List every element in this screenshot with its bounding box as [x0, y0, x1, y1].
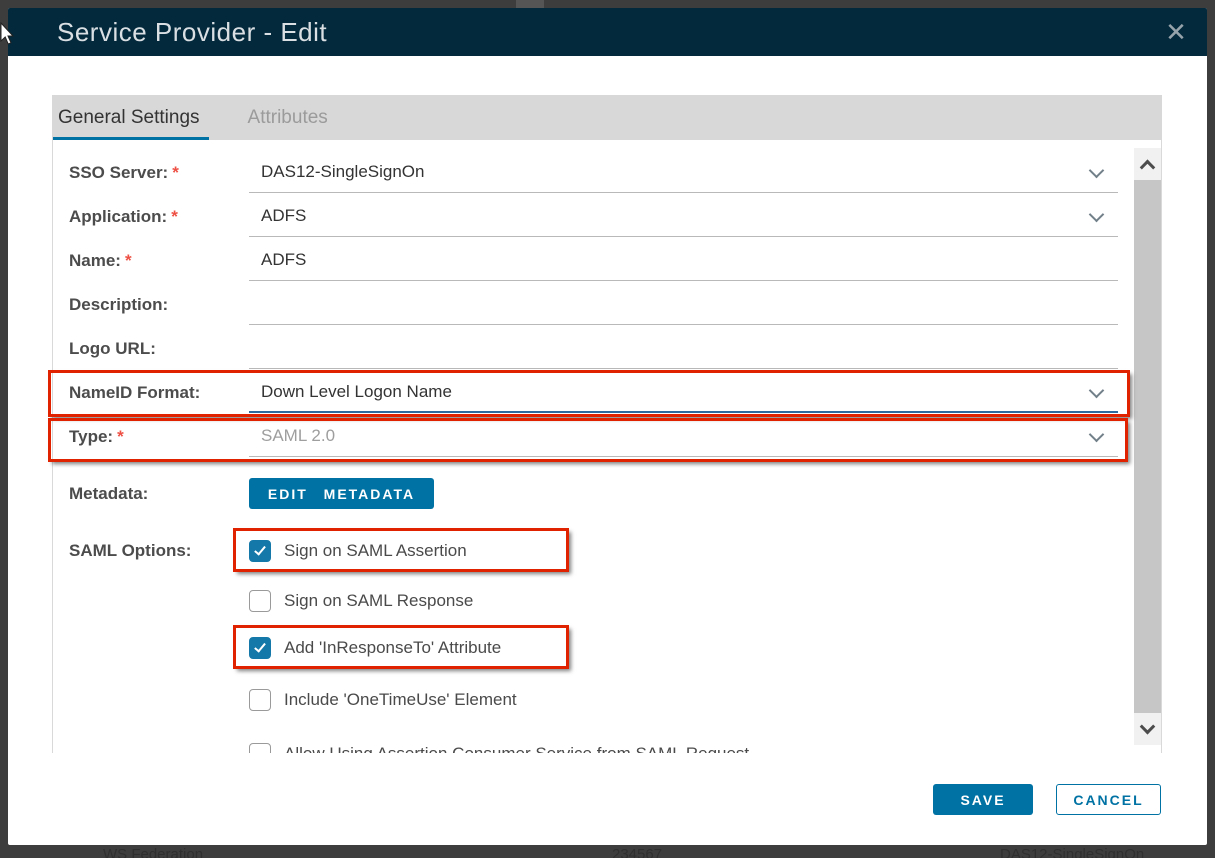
sso-server-label: SSO Server:* — [69, 152, 247, 193]
name-value: ADFS — [261, 240, 306, 279]
background-text-right: DAS12-SingleSignOn — [1000, 846, 1144, 858]
chevron-up-icon — [1140, 159, 1156, 175]
required-asterisk: * — [171, 207, 178, 226]
application-value: ADFS — [261, 196, 306, 235]
checkbox-unchecked-icon[interactable] — [249, 689, 271, 711]
dialog-footer: SAVE CANCEL — [933, 784, 1161, 815]
vertical-scrollbar[interactable] — [1134, 148, 1161, 745]
saml-options-label: SAML Options: — [69, 540, 247, 562]
checkbox-unchecked-icon[interactable] — [249, 590, 271, 612]
tab-attributes[interactable]: Attributes — [243, 95, 333, 140]
checkbox-unchecked-icon[interactable] — [249, 743, 271, 753]
check-icon — [254, 543, 266, 555]
field-row-type: Type:* SAML 2.0 — [53, 416, 1118, 457]
logo-url-input[interactable] — [249, 328, 1118, 369]
chevron-down-icon — [1140, 718, 1156, 734]
chevron-down-icon[interactable] — [1089, 163, 1105, 179]
checkbox-label: Add 'InResponseTo' Attribute — [284, 638, 501, 658]
dialog-header: Service Provider - Edit ✕ — [8, 8, 1207, 56]
service-provider-edit-dialog: Service Provider - Edit ✕ General Settin… — [8, 8, 1207, 845]
edit-metadata-button[interactable]: EDIT METADATA — [249, 478, 434, 509]
type-value: SAML 2.0 — [261, 416, 335, 455]
chevron-down-icon[interactable] — [1089, 207, 1105, 223]
nameid-format-value: Down Level Logon Name — [261, 372, 452, 411]
dialog-title: Service Provider - Edit — [57, 17, 327, 48]
required-asterisk: * — [117, 427, 124, 446]
tab-general-settings-label: General Settings — [58, 107, 200, 129]
save-button[interactable]: SAVE — [933, 784, 1033, 815]
checkbox-include-onetimeuse-element[interactable]: Include 'OneTimeUse' Element — [249, 689, 517, 711]
mouse-cursor-icon — [0, 22, 16, 51]
checkbox-label: Include 'OneTimeUse' Element — [284, 690, 517, 710]
checkbox-sign-on-saml-response[interactable]: Sign on SAML Response — [249, 590, 473, 612]
tab-attributes-label: Attributes — [248, 107, 328, 129]
background-text-left: WS Federation — [103, 846, 203, 858]
checkbox-allow-acs-from-saml-request[interactable]: Allow Using Assertion Consumer Service f… — [249, 743, 749, 753]
chevron-down-icon[interactable] — [1089, 427, 1105, 443]
required-asterisk: * — [172, 163, 179, 182]
required-asterisk: * — [125, 251, 132, 270]
sso-server-select[interactable]: DAS12-SingleSignOn — [249, 152, 1118, 193]
checkbox-sign-on-saml-assertion[interactable]: Sign on SAML Assertion — [249, 540, 467, 562]
field-row-nameid-format: NameID Format: Down Level Logon Name — [53, 372, 1118, 413]
name-input[interactable]: ADFS — [249, 240, 1118, 281]
checkbox-checked-icon[interactable] — [249, 637, 271, 659]
tab-general-settings[interactable]: General Settings — [53, 95, 205, 140]
checkbox-add-inresponseto-attribute[interactable]: Add 'InResponseTo' Attribute — [249, 637, 501, 659]
check-icon — [254, 640, 266, 652]
type-label: Type:* — [69, 416, 247, 457]
application-label: Application:* — [69, 196, 247, 237]
background-page-fragment — [516, 0, 544, 8]
field-row-description: Description: — [53, 284, 1118, 325]
checkbox-checked-icon[interactable] — [249, 540, 271, 562]
scroll-down-button[interactable] — [1134, 713, 1161, 745]
checkbox-label: Allow Using Assertion Consumer Service f… — [284, 744, 749, 753]
checkbox-label: Sign on SAML Assertion — [284, 541, 467, 561]
field-row-sso-server: SSO Server:* DAS12-SingleSignOn — [53, 152, 1118, 193]
field-row-application: Application:* ADFS — [53, 196, 1118, 237]
general-settings-panel: SSO Server:* DAS12-SingleSignOn Applicat… — [52, 140, 1162, 753]
tab-bar: General Settings Attributes — [52, 95, 1162, 140]
close-icon[interactable]: ✕ — [1160, 16, 1192, 48]
logo-url-label: Logo URL: — [69, 328, 247, 369]
field-row-name: Name:* ADFS — [53, 240, 1118, 281]
cancel-button[interactable]: CANCEL — [1056, 784, 1161, 815]
description-input[interactable] — [249, 284, 1118, 325]
description-label: Description: — [69, 284, 247, 325]
background-text-center: 234567 — [612, 846, 662, 858]
sso-server-value: DAS12-SingleSignOn — [261, 152, 424, 191]
scrollbar-thumb[interactable] — [1134, 180, 1161, 713]
field-row-metadata: Metadata: — [53, 478, 1118, 509]
field-row-logo-url: Logo URL: — [53, 328, 1118, 369]
chevron-down-icon[interactable] — [1089, 383, 1105, 399]
checkbox-label: Sign on SAML Response — [284, 591, 473, 611]
metadata-label: Metadata: — [69, 478, 247, 509]
application-select[interactable]: ADFS — [249, 196, 1118, 237]
name-label: Name:* — [69, 240, 247, 281]
nameid-format-label: NameID Format: — [69, 372, 247, 413]
nameid-format-select[interactable]: Down Level Logon Name — [249, 372, 1118, 413]
scroll-up-button[interactable] — [1134, 148, 1161, 180]
type-select[interactable]: SAML 2.0 — [249, 416, 1118, 457]
